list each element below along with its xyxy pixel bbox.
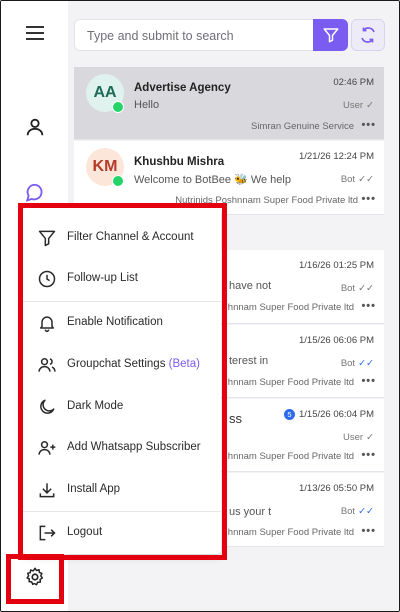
chat-account: hnnam Super Food Private ltd [227,377,354,388]
double-check-icon: ✓✓ [358,174,374,185]
double-check-icon: ✓✓ [358,358,374,369]
menu-item-follow-up[interactable]: Follow-up List [23,259,221,299]
menu-item-label: Groupchat Settings (Beta) [67,358,200,370]
check-icon: ✓ [366,100,374,111]
chat-time: 1/21/26 12:24 PM [299,151,374,162]
chat-message: us your t [229,506,272,518]
filter-button[interactable] [313,19,348,51]
menu-item-label: Install App [67,483,121,495]
double-check-icon: ✓✓ [358,506,374,517]
chat-name: ss [229,411,242,426]
logout-icon [39,525,56,541]
menu-item-install-app[interactable]: Install App [23,470,221,510]
chat-message: have not [229,280,272,292]
chat-time: 5 1/15/26 06:04 PM [284,409,374,420]
chat-name: Advertise Agency [134,82,231,94]
more-options-icon[interactable]: ••• [361,449,376,461]
chat-sender: User ✓ [343,100,374,111]
more-options-icon[interactable]: ••• [361,300,376,312]
menu-item-add-whatsapp-subscriber[interactable]: Add Whatsapp Subscriber [23,428,221,468]
chat-bubble-icon [25,183,43,202]
search-bar [74,19,348,51]
whatsapp-icon [112,101,124,113]
chat-sender: User ✓ [343,432,374,443]
user-icon [26,118,44,136]
search-input[interactable] [87,27,302,45]
sender-label: User [342,100,364,111]
chat-time: 1/13/26 05:50 PM [299,483,374,494]
menu-item-dark-mode[interactable]: Dark Mode [23,387,221,427]
chat-sender: Bot ✓✓ [341,506,374,517]
chat-account: hnnam Super Food Private ltd [227,451,354,462]
beta-badge: (Beta) [168,358,200,370]
more-options-icon[interactable]: ••• [361,119,376,131]
chat-item[interactable]: KM Khushbu Mishra Welcome to BotBee 🐝 We… [74,141,384,215]
menu-item-label: Filter Channel & Account [67,231,194,243]
chat-item[interactable]: AA Advertise Agency Hello 02:46 PM User … [74,67,384,140]
menu-item-label: Dark Mode [67,400,124,412]
hamburger-icon [26,26,44,40]
more-options-icon[interactable]: ••• [361,375,376,387]
sender-label: Bot [340,358,356,369]
app-frame: AA Advertise Agency Hello 02:46 PM User … [0,0,400,612]
chat-message: Welcome to BotBee 🐝 We help [134,174,291,186]
chat-time: 1/15/26 06:06 PM [299,335,374,346]
groupchat-label: Groupchat Settings [67,358,166,370]
check-icon: ✓ [366,432,374,443]
chat-account: Simran Genuine Service [251,121,354,132]
more-options-icon[interactable]: ••• [361,193,376,205]
whatsapp-icon [112,175,124,187]
sender-label: Bot [340,283,356,294]
chat-name: Khushbu Mishra [134,156,225,168]
contacts-button[interactable] [21,113,49,141]
chat-time: 02:46 PM [333,77,374,88]
chat-time: 1/16/26 01:25 PM [299,260,374,271]
sender-label: User [342,432,364,443]
chat-account: hnnam Super Food Private ltd [227,302,354,313]
chats-button[interactable] [21,179,49,207]
hamburger-menu-button[interactable] [21,19,49,47]
unread-count-badge: 5 [284,409,295,420]
settings-menu: Filter Channel & Account Follow-up List … [23,208,221,554]
sender-label: Bot [340,174,356,185]
refresh-icon [361,27,375,43]
gear-icon [26,567,44,586]
refresh-button[interactable] [351,19,385,51]
menu-item-logout[interactable]: Logout [23,513,221,553]
menu-item-enable-notification[interactable]: Enable Notification [23,303,221,343]
chat-account: hnnam Super Food Private ltd [227,527,354,538]
bell-icon [40,316,54,333]
filter-icon [38,230,56,247]
filter-icon [323,28,338,43]
chat-message: terest in [229,355,269,367]
more-options-icon[interactable]: ••• [361,525,376,537]
menu-divider [23,301,221,302]
chat-time-text: 1/15/26 06:04 PM [299,409,374,420]
sender-label: Bot [340,506,356,517]
chat-message: Hello [134,99,160,111]
menu-item-label: Follow-up List [67,272,138,284]
menu-item-groupchat-settings[interactable]: Groupchat Settings (Beta) [23,345,221,385]
users-icon [38,358,56,372]
chat-sender: Bot ✓✓ [341,283,374,294]
download-icon [39,483,55,498]
chat-account: Nutrinids Poshnnam Super Food Private lt… [175,195,358,206]
menu-divider [23,511,221,512]
menu-item-label: Enable Notification [67,316,163,328]
user-plus-icon [38,441,56,455]
chat-sender: Bot ✓✓ [341,174,374,185]
menu-item-label: Logout [67,526,103,538]
moon-icon [40,399,55,414]
chat-sender: Bot ✓✓ [341,358,374,369]
settings-button[interactable] [21,563,49,591]
clock-icon [38,270,56,288]
double-check-icon: ✓✓ [358,283,374,294]
menu-item-filter-channel[interactable]: Filter Channel & Account [23,218,221,258]
menu-item-label: Add Whatsapp Subscriber [67,441,201,453]
